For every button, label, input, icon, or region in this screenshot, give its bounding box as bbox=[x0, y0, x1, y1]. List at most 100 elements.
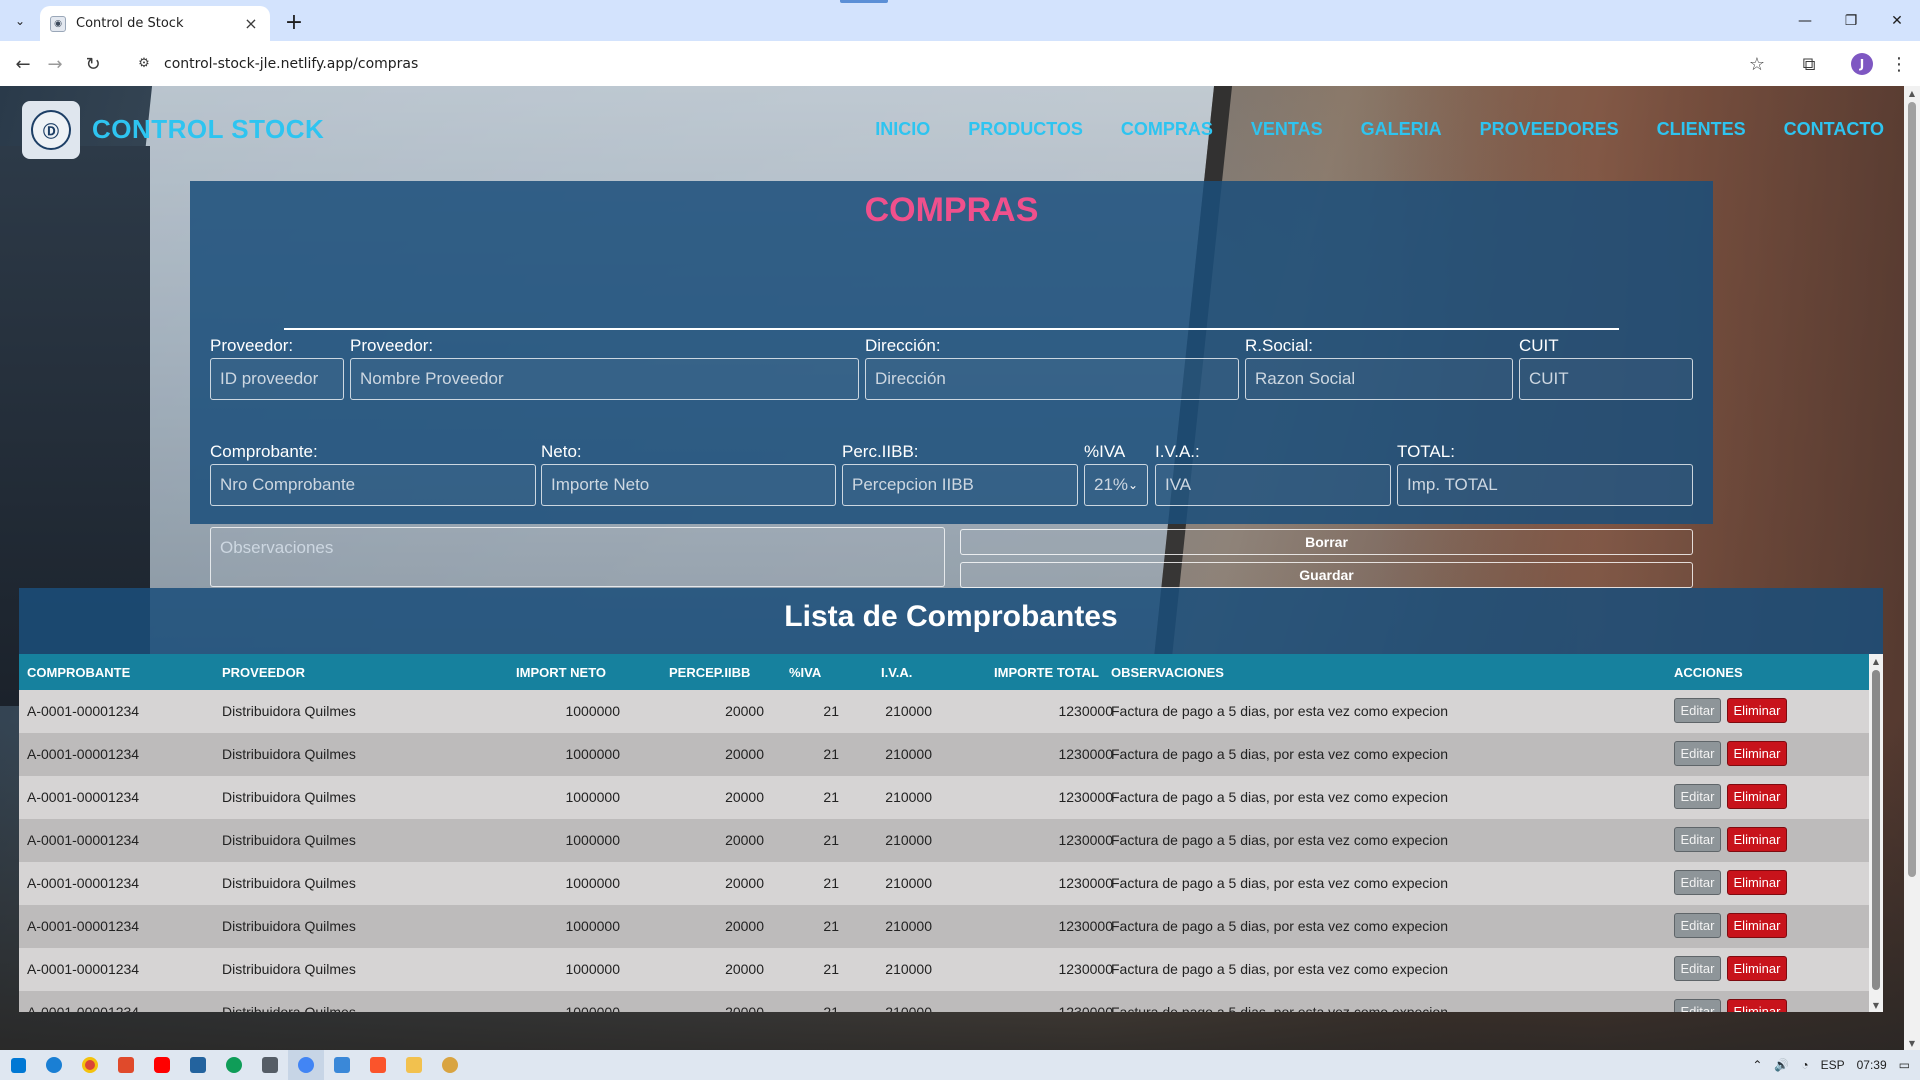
minimize-icon[interactable]: — bbox=[1782, 0, 1828, 41]
site-brand[interactable]: CONTROL STOCK bbox=[92, 114, 324, 145]
chrome-active-icon[interactable] bbox=[288, 1050, 324, 1080]
nav-clientes[interactable]: CLIENTES bbox=[1657, 119, 1746, 140]
perc-iibb-input[interactable]: Percepcion IIBB bbox=[842, 464, 1078, 506]
cell-neto: 1000000 bbox=[565, 703, 620, 719]
th-import-neto[interactable]: IMPORT NETO bbox=[516, 665, 606, 680]
edge-icon[interactable] bbox=[36, 1050, 72, 1080]
edit-button[interactable]: Editar bbox=[1674, 913, 1721, 938]
delete-button[interactable]: Eliminar bbox=[1727, 913, 1787, 938]
page-scroll-down-icon[interactable]: ▼ bbox=[1904, 1036, 1920, 1050]
delete-button[interactable]: Eliminar bbox=[1727, 827, 1787, 852]
table-scrollbar[interactable]: ▲ ▼ bbox=[1869, 654, 1883, 1012]
observaciones-textarea[interactable]: Observaciones bbox=[210, 527, 945, 587]
nav-galeria[interactable]: GALERIA bbox=[1361, 119, 1442, 140]
th-importe-total[interactable]: IMPORTE TOTAL bbox=[994, 665, 1099, 680]
site-info-icon[interactable]: ⚙ bbox=[134, 54, 154, 74]
file-explorer-icon[interactable] bbox=[396, 1050, 432, 1080]
direccion-input[interactable]: Dirección bbox=[865, 358, 1239, 400]
scroll-up-icon[interactable]: ▲ bbox=[1869, 654, 1883, 668]
scroll-down-icon[interactable]: ▼ bbox=[1869, 998, 1883, 1012]
delete-button[interactable]: Eliminar bbox=[1727, 870, 1787, 895]
edit-button[interactable]: Editar bbox=[1674, 741, 1721, 766]
table-scrollbar-thumb[interactable] bbox=[1872, 670, 1880, 990]
vscode-icon[interactable] bbox=[180, 1050, 216, 1080]
edit-button[interactable]: Editar bbox=[1674, 698, 1721, 723]
nav-proveedores[interactable]: PROVEEDORES bbox=[1480, 119, 1619, 140]
th-acciones[interactable]: ACCIONES bbox=[1674, 665, 1743, 680]
start-icon[interactable] bbox=[0, 1050, 36, 1080]
network-icon[interactable]: ◔ bbox=[1801, 1058, 1808, 1072]
chrome-icon[interactable] bbox=[72, 1050, 108, 1080]
brave-icon[interactable] bbox=[360, 1050, 396, 1080]
restore-icon[interactable]: ❐ bbox=[1828, 0, 1874, 41]
neto-input[interactable]: Importe Neto bbox=[541, 464, 836, 506]
edit-button[interactable]: Editar bbox=[1674, 784, 1721, 809]
page-scrollbar-thumb[interactable] bbox=[1908, 102, 1916, 877]
language-indicator[interactable]: ESP bbox=[1821, 1058, 1845, 1072]
delete-button[interactable]: Eliminar bbox=[1727, 784, 1787, 809]
delete-button[interactable]: Eliminar bbox=[1727, 698, 1787, 723]
remote-desktop-icon[interactable] bbox=[324, 1050, 360, 1080]
site-logo[interactable]: Ⓓ bbox=[22, 101, 80, 159]
delete-button[interactable]: Eliminar bbox=[1727, 999, 1787, 1012]
guardar-button[interactable]: Guardar bbox=[960, 562, 1693, 588]
razon-social-input[interactable]: Razon Social bbox=[1245, 358, 1513, 400]
browser-tab[interactable]: ◉ Control de Stock × bbox=[40, 6, 270, 41]
extensions-icon[interactable]: ⧉ bbox=[1794, 49, 1824, 79]
cell-iva-percent: 21 bbox=[823, 961, 839, 977]
close-tab-icon[interactable]: × bbox=[242, 14, 260, 33]
th-proveedor[interactable]: PROVEEDOR bbox=[222, 665, 305, 680]
nav-ventas[interactable]: VENTAS bbox=[1251, 119, 1323, 140]
cell-observaciones: Factura de pago a 5 dias, por esta vez c… bbox=[1111, 1004, 1448, 1012]
profile-avatar[interactable]: J bbox=[1847, 49, 1877, 79]
notifications-icon[interactable]: ▭ bbox=[1899, 1058, 1910, 1072]
url-text[interactable]: control-stock-jle.netlify.app/compras bbox=[164, 56, 418, 72]
th-percep-iibb[interactable]: PERCEP.IIBB bbox=[669, 665, 750, 680]
borrar-button[interactable]: Borrar bbox=[960, 529, 1693, 555]
edit-button[interactable]: Editar bbox=[1674, 827, 1721, 852]
calculator-icon[interactable] bbox=[252, 1050, 288, 1080]
bookmark-star-icon[interactable]: ☆ bbox=[1742, 49, 1772, 79]
chrome-alt-icon[interactable] bbox=[216, 1050, 252, 1080]
nav-inicio[interactable]: INICIO bbox=[875, 119, 930, 140]
back-icon[interactable]: ← bbox=[8, 49, 38, 79]
page-scroll-up-icon[interactable]: ▲ bbox=[1904, 86, 1920, 100]
delete-button[interactable]: Eliminar bbox=[1727, 741, 1787, 766]
cell-iva: 210000 bbox=[885, 875, 932, 891]
page-scrollbar[interactable]: ▲ ▼ bbox=[1904, 86, 1920, 1050]
th-iva-percent[interactable]: %IVA bbox=[789, 665, 821, 680]
cell-perc: 20000 bbox=[725, 746, 764, 762]
proveedor-id-input[interactable]: ID proveedor bbox=[210, 358, 344, 400]
tab-search-icon[interactable]: ⌄ bbox=[8, 9, 32, 33]
total-input[interactable]: Imp. TOTAL bbox=[1397, 464, 1693, 506]
th-iva[interactable]: I.V.A. bbox=[881, 665, 912, 680]
address-bar[interactable]: ⚙ control-stock-jle.netlify.app/compras bbox=[122, 46, 1782, 81]
iva-percent-select[interactable]: 21% ⌄ bbox=[1084, 464, 1148, 506]
nav-productos[interactable]: PRODUCTOS bbox=[968, 119, 1083, 140]
delete-button[interactable]: Eliminar bbox=[1727, 956, 1787, 981]
youtube-icon[interactable] bbox=[144, 1050, 180, 1080]
edit-button[interactable]: Editar bbox=[1674, 999, 1721, 1012]
new-tab-button[interactable]: + bbox=[280, 8, 308, 36]
clock[interactable]: 07:39 bbox=[1857, 1058, 1887, 1072]
edit-button[interactable]: Editar bbox=[1674, 956, 1721, 981]
label-direccion: Dirección: bbox=[865, 336, 941, 355]
menu-icon[interactable]: ⋮ bbox=[1884, 49, 1914, 79]
office-icon[interactable] bbox=[108, 1050, 144, 1080]
comprobante-input[interactable]: Nro Comprobante bbox=[210, 464, 536, 506]
th-comprobante[interactable]: COMPROBANTE bbox=[27, 665, 130, 680]
volume-icon[interactable]: 🔊 bbox=[1774, 1058, 1789, 1072]
app-icon[interactable] bbox=[432, 1050, 468, 1080]
cuit-input[interactable]: CUIT bbox=[1519, 358, 1693, 400]
reload-icon[interactable]: ↻ bbox=[78, 49, 108, 79]
close-window-icon[interactable]: ✕ bbox=[1874, 0, 1920, 41]
th-observaciones[interactable]: OBSERVACIONES bbox=[1111, 665, 1224, 680]
forward-icon[interactable]: → bbox=[40, 49, 70, 79]
tray-chevron-icon[interactable]: ⌃ bbox=[1752, 1058, 1762, 1072]
iva-input[interactable]: IVA bbox=[1155, 464, 1391, 506]
nav-compras[interactable]: COMPRAS bbox=[1121, 119, 1213, 140]
nav-contacto[interactable]: CONTACTO bbox=[1784, 119, 1884, 140]
window-controls: — ❐ ✕ bbox=[1782, 0, 1920, 41]
proveedor-nombre-input[interactable]: Nombre Proveedor bbox=[350, 358, 859, 400]
edit-button[interactable]: Editar bbox=[1674, 870, 1721, 895]
